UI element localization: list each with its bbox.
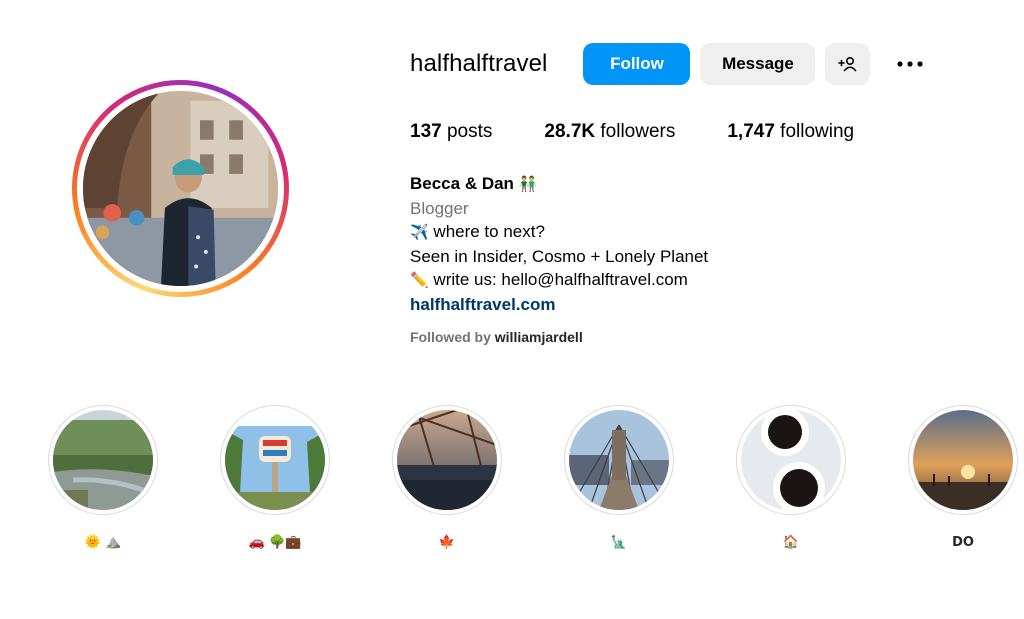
followed-by-user[interactable]: williamjardell (495, 329, 583, 345)
add-user-icon (838, 56, 857, 72)
highlight-cover-city-sunset-tower (397, 410, 497, 510)
bio-display-name: Becca & Dan (410, 174, 514, 193)
highlight-label: 🍁 (438, 534, 456, 550)
highlight-cover-ring[interactable] (392, 405, 502, 515)
two-men-emoji-icon: 👬 (518, 175, 538, 193)
highlight-cover-ring[interactable] (736, 405, 846, 515)
highlight-cover-ring[interactable] (220, 405, 330, 515)
pencil-emoji-icon: ✏️ (410, 271, 429, 289)
profile-avatar[interactable] (83, 91, 278, 286)
bio-line-3: ✏️ write us: hello@halfhalftravel.com (410, 268, 708, 293)
followers-count: 28.7K (544, 121, 596, 142)
bio-category: Blogger (410, 198, 469, 218)
highlight-cover-ring[interactable] (564, 405, 674, 515)
profile-header: halfhalftravel Follow Message (410, 42, 930, 86)
highlight-item[interactable]: DO (903, 405, 1023, 552)
highlight-label: DO (952, 534, 974, 550)
followed-by[interactable]: Followed by williamjardell (410, 329, 583, 345)
highlight-item[interactable]: 🍁 (387, 405, 507, 552)
highlight-cover-ring[interactable] (908, 405, 1018, 515)
bio-line-3-text: write us: hello@halfhalftravel.com (428, 270, 688, 289)
highlight-label: 🌞 ⛰️ (84, 534, 122, 550)
highlight-label: 🏠 (782, 534, 800, 550)
highlight-cover-beach-sunset (913, 410, 1013, 510)
highlight-item[interactable]: 🏠 (731, 405, 851, 552)
bio-website-link[interactable]: halfhalftravel.com (410, 293, 708, 317)
bio-line-1-text: where to next? (428, 222, 545, 241)
highlight-cover-ring[interactable] (48, 405, 158, 515)
airplane-emoji-icon: ✈️ (410, 223, 429, 241)
bio-name-line: Becca & Dan 👬 (410, 172, 708, 197)
posts-label: posts (441, 121, 493, 142)
posts-stat: 137 posts (410, 121, 492, 143)
posts-count: 137 (410, 121, 442, 142)
highlight-label: 🚗 🌳💼 (248, 534, 302, 550)
highlight-item[interactable]: 🚗 🌳💼 (215, 405, 335, 552)
profile-username: halfhalftravel (410, 50, 548, 77)
following-count: 1,747 (727, 121, 775, 142)
profile-avatar-ring[interactable] (72, 80, 289, 297)
following-stat[interactable]: 1,747 following (727, 121, 854, 143)
avatar-photo-image (83, 91, 278, 286)
bio-line-2: Seen in Insider, Cosmo + Lonely Planet (410, 246, 709, 266)
highlight-cover-coffee-cups (741, 410, 841, 510)
highlight-item[interactable]: 🌞 ⛰️ (43, 405, 163, 552)
highlight-item[interactable]: 🗽 (559, 405, 679, 552)
followers-stat[interactable]: 28.7K followers (544, 121, 675, 143)
profile-avatar-frame (77, 85, 284, 292)
bio-line-1: ✈️ where to next? (410, 220, 708, 245)
highlight-cover-brooklyn-bridge (569, 410, 669, 510)
highlight-cover-vegas-sign (225, 410, 325, 510)
followers-label: followers (595, 121, 676, 142)
highlight-label: 🗽 (610, 534, 628, 550)
profile-bio: Becca & Dan 👬 Blogger ✈️ where to next? … (410, 172, 708, 316)
follow-button[interactable]: Follow (583, 43, 691, 85)
more-options-button[interactable] (890, 43, 930, 85)
following-label: following (774, 121, 855, 142)
followed-by-prefix: Followed by (410, 329, 495, 345)
suggested-accounts-button[interactable] (825, 43, 871, 85)
message-button[interactable]: Message (700, 43, 816, 85)
more-options-icon (897, 61, 924, 67)
profile-stats: 137 posts 28.7K followers 1,747 followin… (410, 121, 906, 143)
highlight-cover-river-forest (53, 410, 153, 510)
